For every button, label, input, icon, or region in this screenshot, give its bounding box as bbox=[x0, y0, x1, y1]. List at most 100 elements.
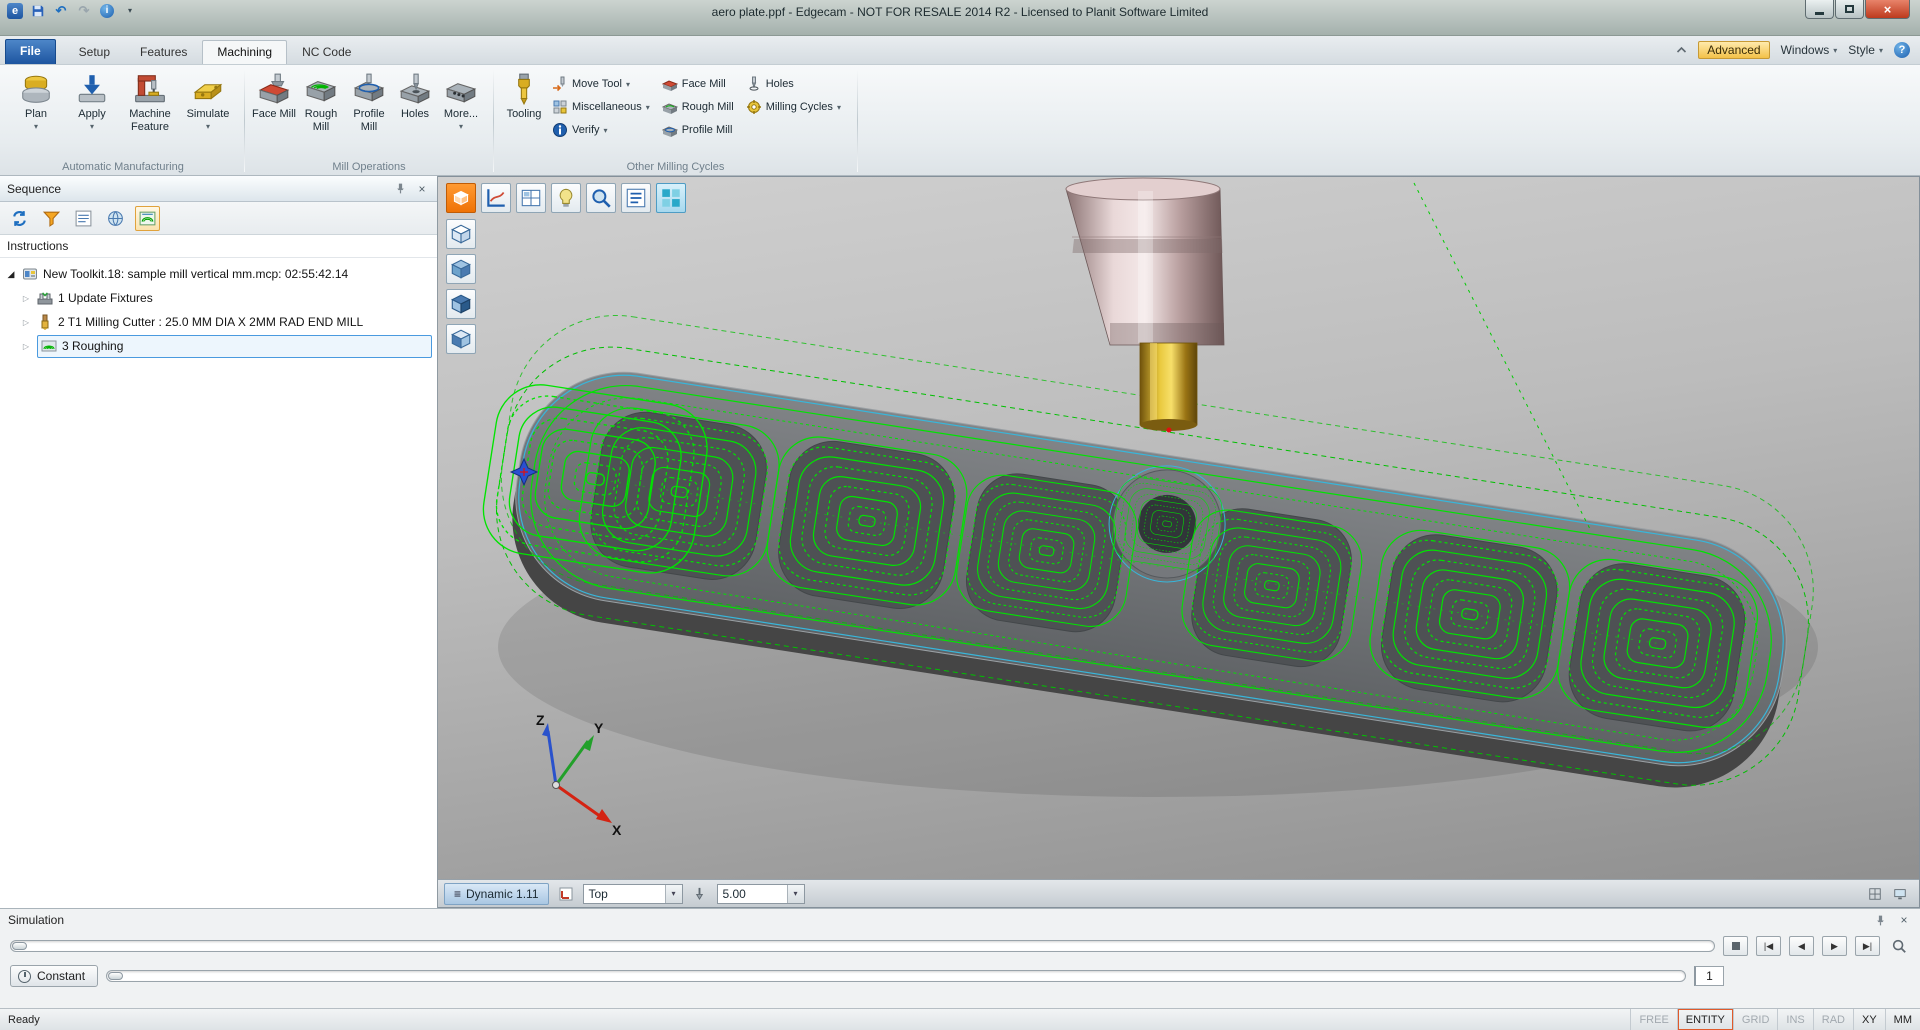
collapse-ribbon-icon[interactable] bbox=[1676, 43, 1687, 57]
collapsed-arrow-icon[interactable]: ▷ bbox=[20, 318, 32, 327]
tab-features[interactable]: Features bbox=[125, 40, 202, 64]
flag-grid[interactable]: GRID bbox=[1733, 1009, 1778, 1030]
view-cube-4-icon[interactable] bbox=[446, 324, 476, 354]
zoom-icon[interactable] bbox=[586, 183, 616, 213]
axis-triad: Z Y X bbox=[536, 712, 622, 838]
customize-quick-access-icon[interactable]: ▾ bbox=[121, 2, 139, 19]
step-forward-button[interactable]: ▶ bbox=[1822, 936, 1847, 956]
machine-feature-button[interactable]: Machine Feature bbox=[120, 69, 180, 133]
advanced-mode-toggle[interactable]: Advanced bbox=[1698, 41, 1769, 59]
view-cube-2-icon[interactable] bbox=[446, 254, 476, 284]
chevron-down-icon: ▾ bbox=[1879, 46, 1883, 55]
about-icon[interactable]: i bbox=[98, 2, 116, 19]
chevron-down-icon[interactable]: ▾ bbox=[665, 885, 682, 903]
sync-icon[interactable] bbox=[7, 206, 32, 231]
select-cube-icon[interactable] bbox=[446, 183, 476, 213]
sequence-list-icon[interactable] bbox=[71, 206, 96, 231]
verify-button[interactable]: Verify ▾ bbox=[548, 120, 654, 140]
view-select[interactable]: Top ▾ bbox=[583, 884, 683, 904]
display-options-icon[interactable] bbox=[656, 183, 686, 213]
tree-item-milling-cutter[interactable]: ▷ 2 T1 Milling Cutter : 25.0 MM DIA X 2M… bbox=[5, 310, 432, 334]
profile-mill-button[interactable]: Profile Mill bbox=[345, 69, 393, 133]
style-menu[interactable]: Style▾ bbox=[1848, 43, 1883, 57]
tab-setup[interactable]: Setup bbox=[64, 40, 125, 64]
first-frame-button[interactable]: |◀ bbox=[1756, 936, 1781, 956]
flag-xy[interactable]: XY bbox=[1853, 1009, 1885, 1030]
holes-button[interactable]: Holes bbox=[393, 69, 437, 121]
pin-icon[interactable] bbox=[392, 181, 408, 197]
flag-entity[interactable]: ENTITY bbox=[1677, 1009, 1733, 1030]
chevron-down-icon[interactable]: ▾ bbox=[787, 885, 804, 903]
chevron-down-icon: ▾ bbox=[604, 126, 608, 135]
toolpath-display-icon[interactable] bbox=[135, 206, 160, 231]
miscellaneous-button[interactable]: Miscellaneous ▾ bbox=[548, 97, 654, 117]
simulate-button[interactable]: Simulate ▾ bbox=[180, 69, 236, 131]
cplane-icon[interactable] bbox=[557, 885, 575, 903]
rough-mill-button[interactable]: Rough Mill bbox=[297, 69, 345, 133]
holes-cycle-button[interactable]: Holes bbox=[742, 74, 845, 94]
window-title: aero plate.ppf - Edgecam - NOT FOR RESAL… bbox=[300, 5, 1620, 19]
viewport-layout-icon[interactable] bbox=[516, 183, 546, 213]
world-icon[interactable] bbox=[103, 206, 128, 231]
tab-file[interactable]: File bbox=[5, 39, 56, 64]
collapsed-arrow-icon[interactable]: ▷ bbox=[20, 294, 32, 303]
view-list-icon[interactable] bbox=[621, 183, 651, 213]
expanded-arrow-icon[interactable]: ◢ bbox=[5, 269, 17, 280]
depth-select[interactable]: 5.00 ▾ bbox=[717, 884, 805, 904]
view-mode-chip[interactable]: ≡ Dynamic 1.11 bbox=[444, 883, 549, 905]
save-icon[interactable] bbox=[29, 2, 47, 19]
filter-icon[interactable] bbox=[39, 206, 64, 231]
more-button[interactable]: More... ▾ bbox=[437, 69, 485, 131]
simulation-progress-slider[interactable] bbox=[10, 940, 1715, 952]
step-back-button[interactable]: ◀ bbox=[1789, 936, 1814, 956]
loop-count-field[interactable]: 1 bbox=[1694, 966, 1724, 986]
tree-item-update-fixtures[interactable]: ▷ 1 Update Fixtures bbox=[5, 286, 432, 310]
view-cube-1-icon[interactable] bbox=[446, 219, 476, 249]
simulation-speed-slider[interactable] bbox=[106, 970, 1686, 982]
flag-rad[interactable]: RAD bbox=[1813, 1009, 1853, 1030]
grid-display-icon[interactable] bbox=[1866, 885, 1884, 903]
face-mill-cycle-button[interactable]: Face Mill bbox=[658, 74, 738, 94]
view-cube-3-icon[interactable] bbox=[446, 289, 476, 319]
tooling-button[interactable]: Tooling bbox=[500, 69, 548, 121]
last-frame-button[interactable]: ▶| bbox=[1855, 936, 1880, 956]
zoom-simulation-icon[interactable] bbox=[1888, 935, 1910, 957]
redo-icon[interactable]: ↷ bbox=[75, 2, 93, 19]
viewport-3d-scene[interactable]: Z Y X bbox=[438, 177, 1920, 881]
tab-nc-code[interactable]: NC Code bbox=[287, 40, 366, 64]
plan-button[interactable]: Plan ▾ bbox=[8, 69, 64, 131]
pin-icon[interactable] bbox=[1872, 912, 1888, 928]
tree-item-roughing[interactable]: ▷ 3 Roughing bbox=[5, 334, 432, 358]
undo-icon[interactable]: ↶ bbox=[52, 2, 70, 19]
profile-mill-cycle-button[interactable]: Profile Mill bbox=[658, 120, 738, 140]
selected-item-box[interactable]: 3 Roughing bbox=[37, 335, 432, 358]
flag-mm[interactable]: MM bbox=[1885, 1009, 1920, 1030]
minimize-button[interactable] bbox=[1805, 0, 1834, 19]
milling-cycles-button[interactable]: Milling Cycles ▾ bbox=[742, 97, 845, 117]
constant-speed-button[interactable]: Constant bbox=[10, 965, 98, 987]
tree-root-row[interactable]: ◢ New Toolkit.18: sample mill vertical m… bbox=[5, 262, 432, 286]
maximize-button[interactable] bbox=[1835, 0, 1864, 19]
apply-button[interactable]: Apply ▾ bbox=[64, 69, 120, 131]
rough-mill-cycle-button[interactable]: Rough Mill bbox=[658, 97, 738, 117]
close-panel-icon[interactable]: × bbox=[1896, 912, 1912, 928]
chevron-down-icon: ▾ bbox=[206, 122, 210, 131]
flag-free[interactable]: FREE bbox=[1630, 1009, 1676, 1030]
close-button[interactable]: × bbox=[1865, 0, 1910, 19]
slider-thumb[interactable] bbox=[108, 972, 123, 980]
screen-icon[interactable] bbox=[1891, 885, 1909, 903]
close-panel-icon[interactable]: × bbox=[414, 181, 430, 197]
tab-machining[interactable]: Machining bbox=[202, 40, 287, 64]
help-icon[interactable]: ? bbox=[1894, 42, 1910, 58]
dynamic-view-icon[interactable] bbox=[481, 183, 511, 213]
status-flags: FREE ENTITY GRID INS RAD XY MM bbox=[1630, 1009, 1920, 1030]
slider-thumb[interactable] bbox=[12, 942, 27, 950]
stop-button[interactable] bbox=[1723, 936, 1748, 956]
flag-ins[interactable]: INS bbox=[1777, 1009, 1812, 1030]
edgecam-app-icon[interactable]: e bbox=[6, 2, 24, 19]
move-tool-button[interactable]: Move Tool ▾ bbox=[548, 74, 654, 94]
collapsed-arrow-icon[interactable]: ▷ bbox=[20, 342, 32, 351]
face-mill-button[interactable]: Face Mill bbox=[251, 69, 297, 121]
windows-menu[interactable]: Windows▾ bbox=[1781, 43, 1838, 57]
render-mode-icon[interactable] bbox=[551, 183, 581, 213]
